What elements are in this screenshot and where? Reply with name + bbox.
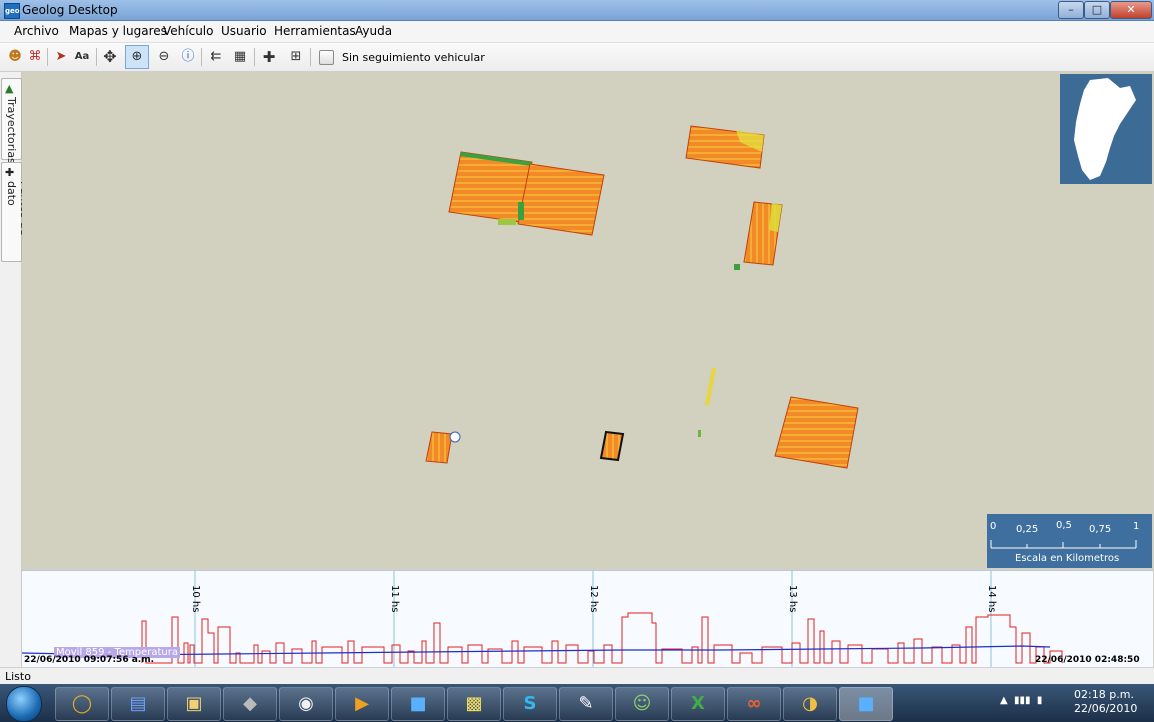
network-icon[interactable]: ▤ xyxy=(111,687,165,721)
map-canvas xyxy=(425,125,859,469)
messenger-icon[interactable]: ☺ xyxy=(615,687,669,721)
start-button[interactable] xyxy=(6,686,42,722)
geolog-active-icon[interactable]: ■ xyxy=(839,687,893,721)
menu-vehiculo[interactable]: Vehículo xyxy=(163,24,213,38)
follow-vehicle-label: Sin seguimiento vehicular xyxy=(342,51,485,64)
follow-vehicle-checkbox[interactable] xyxy=(319,50,334,65)
side-panel: ▲ Trayectorias ✚ Puntos de dato xyxy=(0,72,31,668)
hour-label: 14 hs xyxy=(986,585,997,612)
field-polygon xyxy=(425,431,453,464)
window-title: Geolog Desktop xyxy=(22,3,118,17)
menu-usuario[interactable]: Usuario xyxy=(221,24,267,38)
zoom-out-icon[interactable]: ⊖ xyxy=(153,46,175,68)
country-outline xyxy=(1074,78,1136,180)
field-polygon xyxy=(774,396,859,469)
info-icon[interactable]: ⓘ xyxy=(177,46,199,68)
trajectory-icon: ▲ xyxy=(5,82,14,95)
clock-date: 22/06/2010 xyxy=(1074,702,1138,715)
user-location-icon[interactable]: ☻ xyxy=(4,46,26,68)
paint-icon[interactable]: ◑ xyxy=(783,687,837,721)
menu-archivo[interactable]: Archivo xyxy=(14,24,59,38)
field-polygon xyxy=(517,163,605,236)
route-icon[interactable]: ➤ xyxy=(50,46,72,68)
chart-canvas: 10 hs 11 hs 12 hs 13 hs 14 hs xyxy=(22,571,1063,667)
scale-tick-label: 0,5 xyxy=(1056,520,1072,531)
speed-series-line xyxy=(141,612,1063,664)
link-icon[interactable]: ∞ xyxy=(727,687,781,721)
vehicle-marker xyxy=(449,431,461,443)
scale-legend: 0 0,25 0,5 0,75 1 Escala en Kilometros xyxy=(987,514,1152,568)
excel-icon[interactable]: X xyxy=(671,687,725,721)
skype-icon[interactable]: S xyxy=(503,687,557,721)
tab-trayectorias[interactable]: ▲ Trayectorias xyxy=(1,78,22,164)
field-polygon xyxy=(518,202,524,220)
antenna-icon[interactable]: ⌘ xyxy=(24,46,46,68)
menu-bar: Archivo Mapas y lugares Vehículo Usuario… xyxy=(0,21,1154,43)
hour-label: 11 hs xyxy=(389,585,400,612)
sticky-notes-icon[interactable]: ▩ xyxy=(447,687,501,721)
chrome-icon[interactable]: ◯ xyxy=(55,687,109,721)
data-point-icon: ✚ xyxy=(5,166,15,179)
toolbar-separator xyxy=(254,48,255,66)
scale-tick-label: 0 xyxy=(990,521,997,532)
toolbar-separator xyxy=(47,48,48,66)
minimize-button[interactable]: – xyxy=(1058,1,1084,19)
taskbar: ◯ ▤ ▣ ◆ ◉ ▶ ■ ▩ S ✎ ☺ X ∞ ◑ ■ ▲ ▮▮▮ ▮ 02… xyxy=(0,684,1154,722)
menu-mapas-y-lugares[interactable]: Mapas y lugares xyxy=(69,24,167,38)
status-bar: Listo xyxy=(0,667,1154,685)
a-label-icon[interactable]: Aa xyxy=(71,46,93,68)
menu-herramientas[interactable]: Herramientas xyxy=(274,24,356,38)
field-polygon xyxy=(698,430,701,437)
tab-trayectorias-label: Trayectorias xyxy=(5,97,18,164)
scale-caption: Escala en Kilometros xyxy=(1015,553,1120,564)
close-button[interactable]: ✕ xyxy=(1110,1,1152,19)
crosshair-icon[interactable]: ✚ xyxy=(258,46,280,68)
select-icon[interactable]: ⇇ xyxy=(205,46,227,68)
notepad-icon[interactable]: ✎ xyxy=(559,687,613,721)
field-polygon xyxy=(734,264,740,270)
scale-tick-label: 0,25 xyxy=(1016,524,1039,535)
system-tray[interactable]: ▲ ▮▮▮ ▮ xyxy=(1000,695,1042,706)
tab-puntos-de-dato[interactable]: ✚ Puntos de dato xyxy=(1,162,31,262)
toolbar-separator xyxy=(310,48,311,66)
toolbar-separator xyxy=(96,48,97,66)
status-text: Listo xyxy=(5,670,31,683)
hour-label: 13 hs xyxy=(787,585,798,612)
maximize-button[interactable]: □ xyxy=(1084,1,1110,19)
explorer-icon[interactable]: ▣ xyxy=(167,687,221,721)
toolbar-separator xyxy=(201,48,202,66)
zoom-in-icon[interactable]: ⊕ xyxy=(125,45,149,69)
taskbar-clock[interactable]: 02:18 p.m. 22/06/2010 xyxy=(1074,688,1138,716)
menu-ayuda[interactable]: Ayuda xyxy=(355,24,392,38)
grid-select-icon[interactable]: ⊞ xyxy=(285,46,307,68)
measure-icon[interactable]: ▦ xyxy=(229,46,251,68)
field-polygon xyxy=(705,368,716,405)
field-polygon xyxy=(599,430,625,462)
geolog-icon[interactable]: ■ xyxy=(391,687,445,721)
chart-start-time: 22/06/2010 09:07:56 a.m. xyxy=(24,655,154,665)
scale-tick-label: 1 xyxy=(1133,521,1140,532)
norton-icon[interactable]: ◉ xyxy=(279,687,333,721)
temperature-chart[interactable]: 10 hs 11 hs 12 hs 13 hs 14 hs Movil 859 … xyxy=(22,570,1153,675)
toolbar: ☻ ⌘ ➤ Aa ✥ ⊕ ⊖ ⓘ ⇇ ▦ ✚ ⊞ xyxy=(0,43,1154,72)
hour-label: 10 hs xyxy=(190,585,201,612)
title-bar: geo log Geolog Desktop – □ ✕ xyxy=(0,0,1154,29)
map-view[interactable]: 0 0,25 0,5 0,75 1 Escala en Kilometros xyxy=(22,72,1153,569)
media-icon[interactable]: ▶ xyxy=(335,687,389,721)
hour-label: 12 hs xyxy=(588,585,599,612)
field-polygon xyxy=(498,219,516,225)
pan-icon[interactable]: ✥ xyxy=(99,46,121,68)
app-icon: geo log xyxy=(4,3,20,29)
clock-time: 02:18 p.m. xyxy=(1074,688,1134,701)
security-icon[interactable]: ◆ xyxy=(223,687,277,721)
scale-tick-label: 0,75 xyxy=(1089,524,1112,535)
country-inset-map xyxy=(1060,74,1152,184)
